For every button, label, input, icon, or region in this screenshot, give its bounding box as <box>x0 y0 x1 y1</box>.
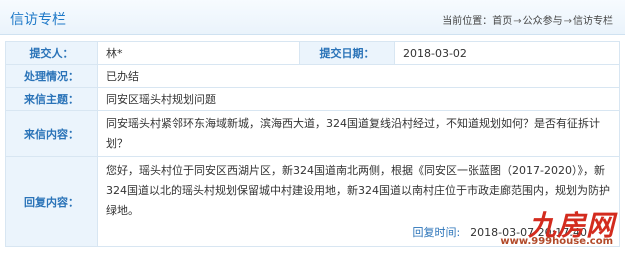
submitter-value: 林* <box>97 41 300 65</box>
breadcrumb-separator: → <box>513 16 522 27</box>
submitter-row: 提交人： 林* 提交日期： 2018-03-02 <box>5 41 620 65</box>
submit-date-value: 2018-03-02 <box>394 41 620 65</box>
content-value: 同安瑶头村紧邻环东海域新城，滨海西大道，324国道复线沿村经过，不知道规划如何？… <box>97 110 620 157</box>
breadcrumb-petition-column-link[interactable]: 信访专栏 <box>573 16 613 27</box>
subject-row: 来信主题： 同安区瑶头村规划问题 <box>5 87 620 111</box>
breadcrumb-public-participation-link[interactable]: 公众参与 <box>523 16 563 27</box>
subject-label: 来信主题： <box>5 87 98 111</box>
breadcrumb-separator: → <box>563 16 572 27</box>
submit-date-label: 提交日期： <box>299 41 395 65</box>
reply-time-value: 2018-03-07 20:17:40 <box>470 225 587 239</box>
status-row: 处理情况： 已办结 <box>5 64 620 88</box>
status-value: 已办结 <box>97 64 620 88</box>
petition-detail-table: 提交人： 林* 提交日期： 2018-03-02 处理情况： 已办结 来信主题：… <box>5 41 620 247</box>
status-label: 处理情况： <box>5 64 98 88</box>
breadcrumb: 当前位置：首页→公众参与→信访专栏 <box>442 12 613 27</box>
reply-time-label: 回复时间: <box>412 225 461 239</box>
content-label: 来信内容： <box>5 110 98 157</box>
section-title: 信访专栏 <box>10 12 66 28</box>
content-row: 来信内容： 同安瑶头村紧邻环东海域新城，滨海西大道，324国道复线沿村经过，不知… <box>5 110 620 157</box>
reply-time: 回复时间: 2018-03-07 20:17:40 <box>106 223 611 243</box>
reply-label: 回复内容： <box>5 156 98 247</box>
reply-cell: 您好，瑶头村位于同安区西湖片区，新324国道南北两侧，根据《同安区一张蓝图（20… <box>97 156 620 247</box>
subject-value: 同安区瑶头村规划问题 <box>97 87 620 111</box>
reply-value: 您好，瑶头村位于同安区西湖片区，新324国道南北两侧，根据《同安区一张蓝图（20… <box>106 163 610 217</box>
submitter-label: 提交人： <box>5 41 98 65</box>
page-header: 信访专栏 当前位置：首页→公众参与→信访专栏 <box>0 0 625 35</box>
reply-row: 回复内容： 您好，瑶头村位于同安区西湖片区，新324国道南北两侧，根据《同安区一… <box>5 156 620 247</box>
breadcrumb-prefix: 当前位置： <box>442 16 493 27</box>
breadcrumb-home-link[interactable]: 首页 <box>492 16 512 27</box>
